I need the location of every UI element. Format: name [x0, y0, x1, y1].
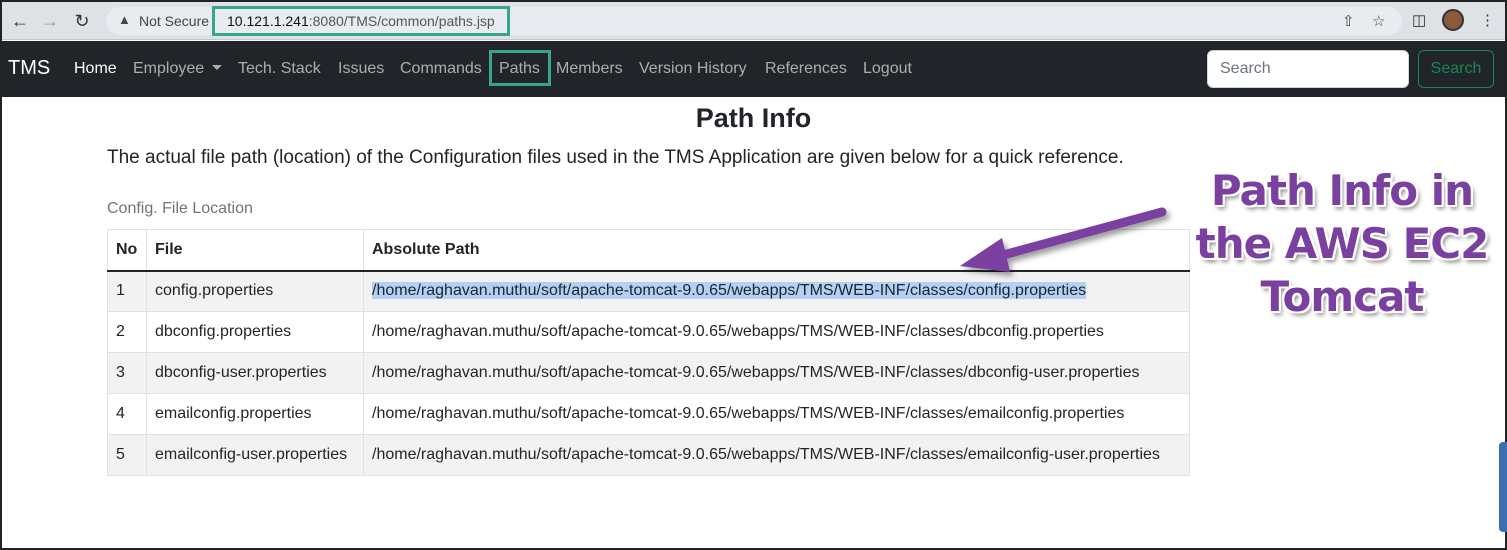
annotation-line: the AWS EC2: [1195, 219, 1490, 268]
annotation-line: Path Info in: [1210, 166, 1474, 215]
page-edge-widget: [1499, 442, 1507, 532]
annotation-line: Tomcat: [1260, 272, 1424, 321]
annotation-callout: Path Info in the AWS EC2 Tomcat: [1182, 164, 1502, 323]
